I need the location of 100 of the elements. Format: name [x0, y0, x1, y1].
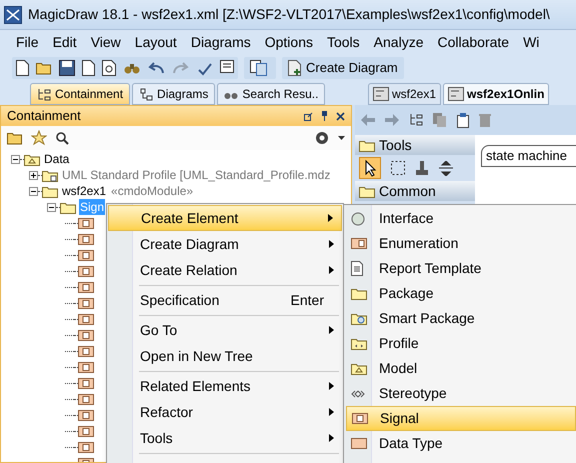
undo-icon[interactable] [147, 61, 165, 75]
palette-group-header[interactable]: Tools [355, 135, 475, 155]
menu-item[interactable]: Enumeration [346, 231, 576, 256]
menu-label: Create Diagram [140, 234, 240, 254]
menu-label: Enumeration [379, 234, 458, 253]
signal-icon [78, 298, 94, 308]
menu-item[interactable]: Signal [346, 406, 576, 431]
copy-icon[interactable] [250, 60, 270, 76]
stereotype-label: «cmdoModule» [111, 183, 194, 200]
tree-item[interactable]: wsf2ex1 [61, 183, 108, 199]
menu-item[interactable]: Create Relation [108, 257, 342, 283]
app-icon [4, 6, 22, 24]
menu-item[interactable]: Wi [523, 32, 540, 53]
menu-item[interactable]: Specification Enter [108, 287, 342, 313]
tree-item[interactable]: UML Standard Profile [UML_Standard_Profile.mdz [61, 167, 332, 183]
panel-tab[interactable]: Diagrams [132, 83, 216, 105]
clipboard-icon[interactable] [457, 112, 469, 128]
note-icon[interactable] [220, 60, 234, 76]
panel-title: Containment [7, 107, 81, 126]
folder-icon [359, 138, 375, 152]
undock-icon[interactable] [304, 112, 313, 120]
menu-item[interactable]: Model [346, 356, 576, 381]
menu-item[interactable]: Related Elements [108, 373, 342, 399]
menu-label: Profile [379, 334, 419, 353]
submenu-arrow-icon [329, 326, 334, 334]
open-folder-icon[interactable] [36, 61, 52, 75]
menu-item[interactable]: Options [264, 32, 313, 53]
shortcut-label: Enter [290, 290, 324, 310]
menu-label: Report Template [379, 259, 482, 278]
window-title: MagicDraw 18.1 - wsf2ex1.xml [Z:\WSF2-VLT2017\Examples\wsf2ex1\config\model\ [28, 5, 550, 24]
menu-item[interactable]: Data Type [346, 431, 576, 456]
submenu-arrow-icon [329, 434, 334, 442]
menu-item[interactable]: Open in New Tree [108, 343, 342, 369]
collapse-toggle[interactable] [29, 186, 38, 196]
expand-space-icon[interactable] [439, 160, 453, 176]
menu-label: Related Elements [140, 376, 252, 396]
menu-item[interactable]: View [90, 32, 121, 53]
settings-icon[interactable] [314, 130, 330, 146]
panel-tab[interactable]: Search Resu.. [217, 83, 326, 105]
create-diagram-button[interactable]: Create Diagram [282, 57, 404, 79]
collapse-toggle[interactable] [47, 202, 56, 212]
tree-item[interactable]: Data [43, 151, 70, 167]
expand-toggle[interactable] [29, 170, 38, 180]
signal-icon [78, 314, 94, 324]
menu-item[interactable]: Create Diagram [108, 231, 342, 257]
collapse-toggle[interactable] [11, 154, 20, 164]
search-icon[interactable] [55, 131, 69, 145]
enumeration-icon [351, 238, 367, 249]
menu-item[interactable]: Refactor [108, 399, 342, 425]
folder-icon [42, 168, 58, 182]
menu-item[interactable]: Layout [134, 32, 177, 53]
menu-item[interactable]: Edit [52, 32, 77, 53]
menu-item[interactable]: Stereotype [346, 381, 576, 406]
guillemets-icon [351, 390, 365, 398]
signal-icon [78, 346, 94, 356]
signal-icon [78, 378, 94, 388]
menu-label: Package [379, 284, 434, 303]
signal-icon [78, 218, 94, 228]
menu-item[interactable]: Profile [346, 331, 576, 356]
document-icon[interactable] [82, 60, 95, 76]
menu-item[interactable]: Smart Package [346, 306, 576, 331]
menu-item[interactable]: Diagrams [190, 32, 251, 53]
tree-icon[interactable] [409, 113, 423, 127]
menu-item[interactable]: Report Template [346, 256, 576, 281]
stamp-icon[interactable] [415, 160, 429, 176]
editor-tab[interactable]: wsf2ex1Onlin [443, 83, 550, 105]
folder-icon [359, 184, 375, 198]
diagram-icon [139, 88, 154, 100]
menu-item[interactable]: Collaborate [437, 32, 510, 53]
editor-tab[interactable]: wsf2ex1 [368, 83, 442, 105]
menu-item[interactable]: Package [346, 281, 576, 306]
panel-tab[interactable]: Containment [30, 83, 130, 105]
pin-icon[interactable] [321, 111, 328, 121]
star-icon[interactable] [31, 130, 47, 146]
palette-group-header[interactable]: Common [355, 181, 475, 201]
submenu-arrow-icon [329, 240, 334, 248]
new-file-icon[interactable] [16, 60, 29, 76]
menu-item[interactable]: Go To [108, 317, 342, 343]
open-folder-icon[interactable] [7, 131, 23, 145]
select-icon[interactable] [391, 161, 405, 175]
menu-label: Interface [379, 209, 434, 228]
menu-item[interactable]: Tools [326, 32, 360, 53]
signal-icon [78, 410, 94, 420]
folder-icon [60, 200, 76, 214]
print-preview-icon[interactable] [102, 60, 117, 76]
save-icon[interactable] [59, 60, 75, 76]
caret-icon[interactable] [338, 136, 345, 140]
menu-item[interactable]: Tools [108, 425, 342, 451]
menu-label: Stereotype [379, 384, 447, 403]
menu-label: Refactor [140, 402, 194, 422]
menu-item[interactable]: File [16, 32, 39, 53]
binoculars-icon[interactable] [124, 61, 140, 75]
pointer-icon[interactable] [359, 157, 381, 179]
close-icon[interactable] [336, 112, 345, 120]
menu-label: Go To [140, 320, 178, 340]
menu-item[interactable]: Interface [346, 206, 576, 231]
submenu-arrow-icon [329, 408, 334, 416]
menu-item[interactable]: Create Element [108, 205, 342, 231]
menu-label: Open in New Tree [140, 346, 254, 366]
menu-item[interactable]: Analyze [374, 32, 424, 53]
